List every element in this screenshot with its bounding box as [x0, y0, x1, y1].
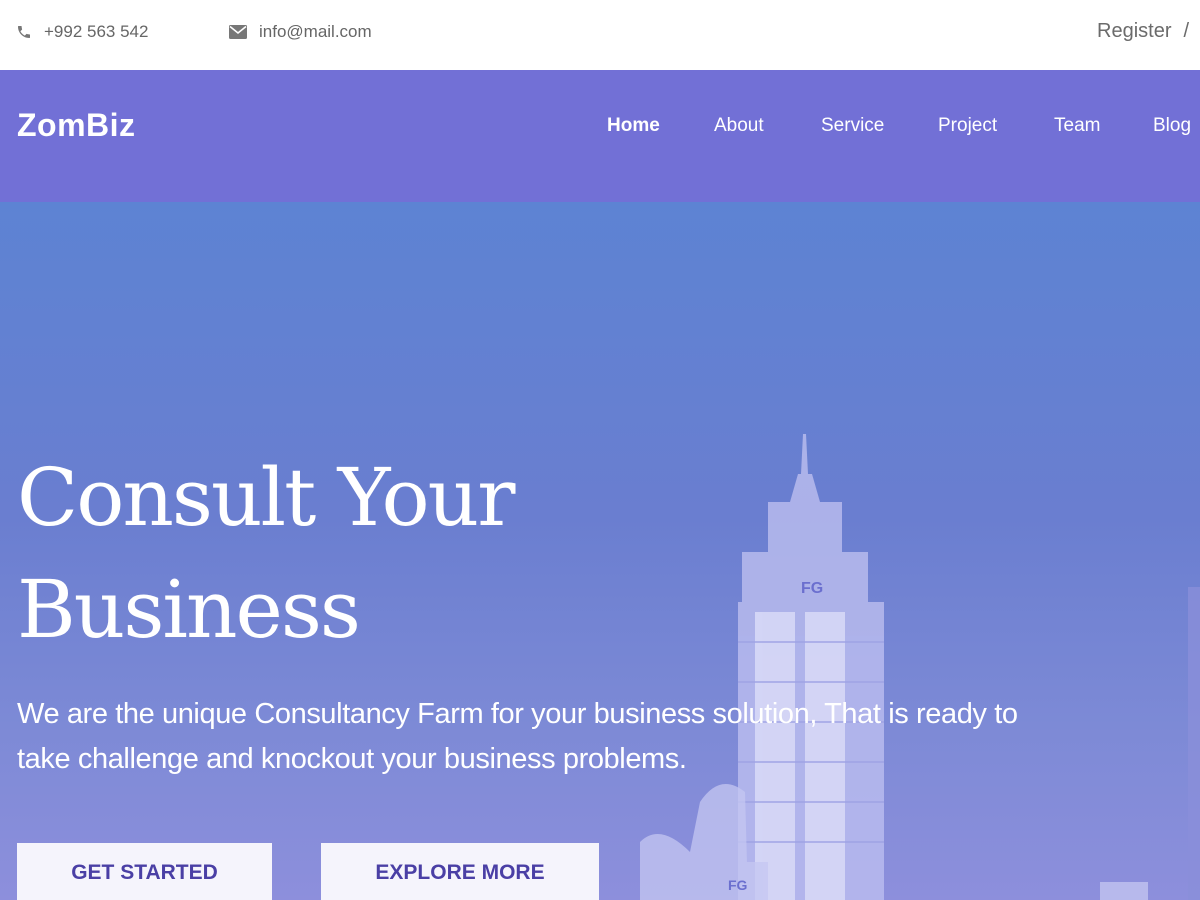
building-sign-text: FG: [801, 580, 823, 597]
top-bar: +992 563 542 info@mail.com Register /: [0, 0, 1200, 70]
get-started-button[interactable]: GET STARTED: [17, 843, 272, 900]
nav-item-service[interactable]: Service: [821, 115, 884, 137]
main-navbar: ZomBiz Home About Service Project Team B…: [0, 70, 1200, 202]
account-links: Register /: [1097, 20, 1189, 43]
nav-item-team[interactable]: Team: [1054, 115, 1100, 137]
get-started-label: GET STARTED: [71, 861, 218, 884]
hero-title: Consult Your Business: [17, 442, 717, 666]
email-address: info@mail.com: [259, 22, 372, 41]
email-contact[interactable]: info@mail.com: [229, 22, 372, 42]
envelope-icon: [229, 25, 247, 39]
nav-item-home[interactable]: Home: [607, 115, 660, 137]
hero-title-line1: Consult Your: [17, 451, 515, 544]
hero-section: FG FG Consult Your Business We are the u…: [0, 202, 1200, 900]
phone-contact[interactable]: +992 563 542: [16, 22, 148, 42]
main-nav: Home About Service Project Team Blog: [0, 115, 1200, 145]
nav-item-project[interactable]: Project: [938, 115, 997, 137]
phone-number: +992 563 542: [44, 22, 149, 41]
hero-description: We are the unique Consultancy Farm for y…: [17, 698, 1018, 775]
nav-item-blog[interactable]: Blog: [1153, 115, 1191, 137]
explore-more-button[interactable]: EXPLORE MORE: [321, 843, 599, 900]
account-separator: /: [1183, 20, 1190, 42]
nav-item-about[interactable]: About: [714, 115, 764, 137]
register-link[interactable]: Register: [1097, 20, 1171, 43]
building-sign-text-lower: FG: [728, 877, 748, 893]
phone-icon: [16, 24, 32, 40]
explore-more-label: EXPLORE MORE: [375, 861, 545, 884]
hero-title-line2: Business: [17, 563, 361, 656]
